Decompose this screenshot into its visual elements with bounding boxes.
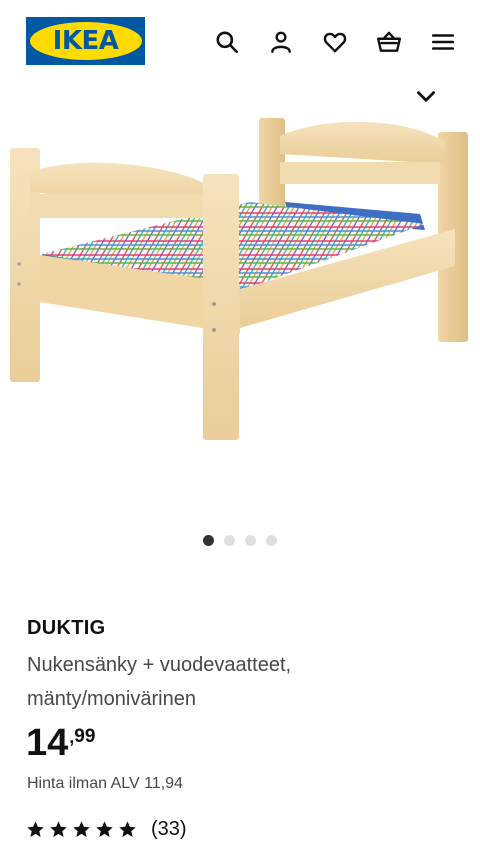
product-price: 14 , 99 bbox=[26, 722, 95, 764]
gallery-dot[interactable] bbox=[266, 534, 277, 546]
gallery-dot[interactable] bbox=[245, 534, 256, 546]
chevron-down-icon[interactable] bbox=[413, 88, 439, 106]
header-actions bbox=[212, 27, 458, 57]
price-without-vat: Hinta ilman ALV 11,94 bbox=[27, 775, 183, 792]
star-icon bbox=[96, 821, 113, 838]
account-button[interactable] bbox=[266, 27, 296, 57]
product-image-gallery[interactable] bbox=[0, 84, 480, 524]
product-description-line: Nukensänky + vuodevaatteet, bbox=[27, 654, 292, 676]
product-description-line: mänty/monivärinen bbox=[27, 688, 196, 710]
price-decimal: 99 bbox=[74, 726, 96, 747]
favourites-button[interactable] bbox=[320, 27, 350, 57]
gallery-dot[interactable] bbox=[224, 534, 235, 546]
star-icon bbox=[73, 821, 90, 838]
basket-icon bbox=[376, 31, 402, 52]
ikea-logo[interactable]: IKEA bbox=[26, 17, 145, 65]
gallery-pagination bbox=[0, 533, 480, 547]
menu-icon bbox=[431, 34, 455, 50]
product-rating[interactable]: (33) bbox=[26, 818, 187, 841]
gallery-dot[interactable] bbox=[203, 534, 214, 546]
search-icon bbox=[216, 31, 239, 54]
cart-button[interactable] bbox=[374, 27, 404, 57]
user-icon bbox=[271, 31, 291, 53]
logo-oval: IKEA bbox=[29, 22, 142, 60]
menu-button[interactable] bbox=[428, 27, 458, 57]
rating-count: (33) bbox=[151, 818, 187, 840]
logo-text: IKEA bbox=[52, 26, 119, 56]
heart-icon bbox=[323, 32, 347, 53]
search-button[interactable] bbox=[212, 27, 242, 57]
star-icon bbox=[50, 821, 67, 838]
star-icon bbox=[27, 821, 44, 838]
header: IKEA bbox=[0, 0, 480, 84]
product-name: DUKTIG bbox=[27, 617, 106, 639]
product-image bbox=[10, 118, 468, 440]
product-description: Nukensänky + vuodevaatteet, mänty/monivä… bbox=[27, 648, 447, 716]
half-star-icon bbox=[119, 821, 136, 838]
price-integer: 14 bbox=[26, 722, 69, 764]
